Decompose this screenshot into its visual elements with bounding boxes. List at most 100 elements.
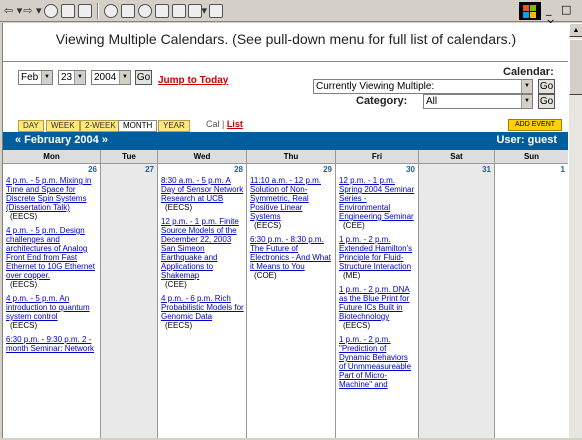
browser-window: ⇦ ▾ ⇨ ▾ ▾ _ □ × Viewing Multiple Calenda… (0, 0, 582, 440)
tab-2-week[interactable]: 2-WEEK (80, 120, 121, 132)
day-number[interactable]: 26 (88, 165, 97, 174)
view-links: Cal | List (206, 119, 243, 129)
day-header-sun: Sun (495, 150, 568, 164)
forward-icon[interactable]: ⇨ ▾ (23, 2, 41, 20)
day-number[interactable]: 1 (561, 165, 565, 174)
event-department: (CEE) (165, 280, 187, 289)
day-cell[interactable]: 30 12 p.m. - 1 p.m. Spring 2004 Seminar S… (336, 164, 419, 438)
month-header-bar: « February 2004 » User: guest (3, 132, 568, 150)
date-go-button[interactable]: Go (135, 70, 152, 85)
day-number[interactable]: 28 (234, 165, 243, 174)
search-icon[interactable] (103, 2, 119, 20)
browser-toolbar: ⇦ ▾ ⇨ ▾ ▾ _ □ × (0, 0, 582, 29)
page-title: Viewing Multiple Calendars. (See pull-do… (55, 31, 517, 47)
tab-year[interactable]: YEAR (158, 120, 190, 132)
vertical-scrollbar[interactable]: ▲ (568, 23, 582, 438)
tab-week[interactable]: WEEK (46, 120, 80, 132)
day-cell[interactable]: 29 11:10 a.m. - 12 p.m. Solution of Non-S… (247, 164, 336, 438)
divider (3, 61, 568, 62)
event-item: 6:30 p.m. - 8:30 p.m. The Future of Elec… (250, 235, 333, 280)
event-link[interactable]: 12 p.m. - 1 p.m. Spring 2004 Seminar Ser… (339, 176, 414, 221)
day-number[interactable]: 31 (482, 165, 491, 174)
category-select-value: All (426, 96, 438, 107)
event-department: (EECS) (10, 212, 38, 221)
scroll-thumb[interactable] (569, 39, 582, 95)
event-department: (CEE) (343, 221, 365, 230)
day-cell[interactable]: 26 4 p.m. - 5 p.m. Mixing in Time and Spa… (3, 164, 101, 438)
category-select[interactable]: All ▼ (423, 94, 533, 109)
event-link[interactable]: 1 p.m. - 2 p.m. DNA as the Blue Print fo… (339, 285, 410, 321)
day-select[interactable]: 23 ▼ (58, 70, 86, 85)
calendar-select[interactable]: Currently Viewing Multiple: ▼ (313, 79, 533, 94)
day-select-value: 23 (61, 72, 73, 83)
event-item: 4 p.m. - 5 p.m. Mixing in Time and Space… (6, 176, 98, 221)
day-number[interactable]: 29 (323, 165, 332, 174)
scroll-up-icon[interactable]: ▲ (569, 23, 582, 37)
chevron-down-icon: ▼ (119, 71, 130, 84)
back-icon[interactable]: ⇦ ▾ (4, 2, 22, 20)
event-department: (ME) (343, 271, 361, 280)
day-header-fri: Fri (336, 150, 419, 164)
discuss-icon[interactable] (208, 2, 224, 20)
event-link[interactable]: 6:30 p.m. - 9:30 p.m. 2 - month Seminar:… (6, 335, 94, 353)
tab-month[interactable]: MONTH (118, 120, 158, 132)
day-cell[interactable]: 27 (101, 164, 158, 438)
chevron-down-icon: ▼ (521, 80, 532, 93)
event-department: (EECS) (343, 321, 371, 330)
day-header-wed: Wed (158, 150, 247, 164)
day-cell[interactable]: 31 (419, 164, 495, 438)
category-label: Category: (356, 95, 408, 107)
refresh-icon[interactable] (60, 2, 76, 20)
day-cell[interactable]: 28 8:30 a.m. - 5 p.m. A Day of Sensor Net… (158, 164, 247, 438)
add-event-button[interactable]: ADD EVENT (508, 119, 562, 131)
stop-icon[interactable] (43, 2, 59, 20)
event-item: 6:30 p.m. - 9:30 p.m. 2 - month Seminar:… (6, 335, 98, 353)
mail-icon[interactable] (154, 2, 170, 20)
event-link[interactable]: 4 p.m. - 5 p.m. Mixing in Time and Space… (6, 176, 91, 212)
tab-day[interactable]: DAY (18, 120, 44, 132)
chevron-down-icon: ▼ (41, 71, 52, 84)
day-number[interactable]: 30 (406, 165, 415, 174)
category-go-button[interactable]: Go (538, 94, 555, 109)
event-list: 12 p.m. - 1 p.m. Spring 2004 Seminar Ser… (339, 176, 416, 394)
event-department: (EECS) (10, 321, 38, 330)
event-item: 4 p.m. - 5 p.m. Design challenges and ar… (6, 226, 98, 289)
cal-link[interactable]: Cal (206, 119, 220, 129)
favorites-icon[interactable] (120, 2, 136, 20)
calendar-go-button[interactable]: Go (538, 79, 555, 94)
page-content: Viewing Multiple Calendars. (See pull-do… (2, 23, 568, 438)
day-cell[interactable]: 1 (495, 164, 568, 438)
event-item: 1 p.m. - 2 p.m. "Prediction of Dynamic B… (339, 335, 416, 389)
event-link[interactable]: 8:30 a.m. - 5 p.m. A Day of Sensor Netwo… (161, 176, 243, 203)
event-item: 8:30 a.m. - 5 p.m. A Day of Sensor Netwo… (161, 176, 244, 212)
event-item: 1 p.m. - 2 p.m. Extended Hamilton's Prin… (339, 235, 416, 280)
edit-icon[interactable]: ▾ (187, 2, 207, 20)
day-header-sat: Sat (419, 150, 495, 164)
event-department: (EECS) (10, 280, 38, 289)
month-select[interactable]: Feb ▼ (18, 70, 53, 85)
day-number[interactable]: 27 (145, 165, 154, 174)
print-icon[interactable] (171, 2, 187, 20)
year-select-value: 2004 (94, 72, 117, 83)
month-grid: Mon 26 4 p.m. - 5 p.m. Mixing in Time and … (3, 150, 568, 438)
event-department: (EECS) (165, 203, 193, 212)
history-icon[interactable] (137, 2, 153, 20)
event-link[interactable]: 4 p.m. - 5 p.m. Design challenges and ar… (6, 226, 95, 280)
event-link[interactable]: 6:30 p.m. - 8:30 p.m. The Future of Elec… (250, 235, 331, 271)
home-icon[interactable] (77, 2, 93, 20)
event-item: 12 p.m. - 1 p.m. Finite Source Models of… (161, 217, 244, 289)
event-link[interactable]: 12 p.m. - 1 p.m. Finite Source Models of… (161, 217, 239, 280)
jump-to-today-link[interactable]: Jump to Today (158, 75, 228, 86)
event-link[interactable]: 4 p.m. - 6 p.m. Rich Probabilistic Model… (161, 294, 244, 321)
year-select[interactable]: 2004 ▼ (91, 70, 131, 85)
event-link[interactable]: 1 p.m. - 2 p.m. "Prediction of Dynamic B… (339, 335, 411, 389)
event-item: 4 p.m. - 5 p.m. An introduction to quant… (6, 294, 98, 330)
event-item: 1 p.m. - 2 p.m. DNA as the Blue Print fo… (339, 285, 416, 330)
event-list: 8:30 a.m. - 5 p.m. A Day of Sensor Netwo… (161, 176, 244, 335)
month-title[interactable]: « February 2004 » (15, 134, 108, 146)
event-link[interactable]: 1 p.m. - 2 p.m. Extended Hamilton's Prin… (339, 235, 412, 271)
event-link[interactable]: 11:10 a.m. - 12 p.m. Solution of Non-Sym… (250, 176, 321, 221)
event-link[interactable]: 4 p.m. - 5 p.m. An introduction to quant… (6, 294, 90, 321)
list-link[interactable]: List (227, 119, 243, 129)
event-item: 12 p.m. - 1 p.m. Spring 2004 Seminar Ser… (339, 176, 416, 230)
